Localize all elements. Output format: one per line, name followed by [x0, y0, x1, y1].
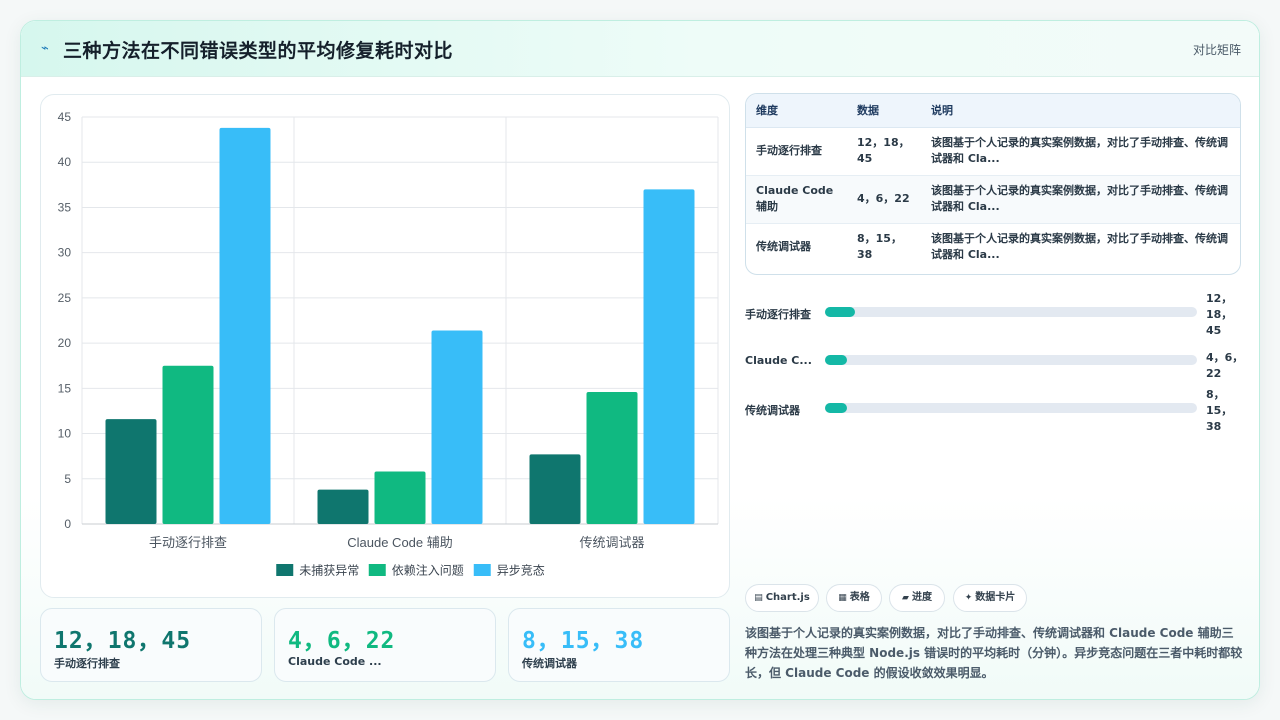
bar	[529, 454, 581, 524]
progress-row-manual: 手动逐行排查 12，18，45	[745, 292, 1245, 344]
table-row: 传统调试器 8，15，38 该图基于个人记录的真实案例数据，对比了手动排查、传统…	[746, 223, 1240, 271]
progress-icon: ▰	[902, 593, 909, 603]
sparkle-icon: ✦	[964, 593, 973, 603]
y-tick-label: 30	[58, 246, 72, 260]
legend-label: 异步竞态	[497, 564, 545, 578]
legend-label: 未捕获异常	[299, 563, 359, 578]
bar	[586, 391, 638, 524]
data-table: 维度 数据 说明 手动逐行排查 12，18，45 该图基于个人记录的真实案例数据…	[745, 93, 1241, 275]
bar-chart: 0 5 10 15 20 25 30 35 40 45 手动逐行排查 Claude Code 辅助 传统…	[58, 110, 719, 578]
stat-card-label: 手动逐行排查	[54, 657, 120, 670]
chip-table[interactable]: ▦ 表格	[826, 584, 882, 612]
chip-data-card[interactable]: ✦ 数据卡片	[953, 584, 1027, 612]
table-cell-dimension: 传统调试器	[756, 240, 811, 254]
legend-swatch	[473, 564, 491, 576]
stat-card-label: 传统调试器	[522, 657, 577, 670]
y-tick-label: 35	[58, 200, 72, 214]
stat-card-debugger: 8，15，38 传统调试器	[508, 608, 730, 682]
table-header-note: 说明	[921, 94, 1240, 128]
y-tick-label: 5	[64, 472, 71, 486]
y-tick-label: 20	[58, 336, 72, 350]
table-cell-note: 该图基于个人记录的真实案例数据，对比了手动排查、传统调试器和 Cla...	[931, 232, 1228, 262]
y-tick-label: 40	[58, 155, 72, 169]
bar	[643, 189, 695, 524]
table-header-row: 维度 数据 说明	[746, 94, 1240, 128]
progress-value: 4，6，22	[1206, 351, 1244, 380]
stat-card-manual: 12，18，45 手动逐行排查	[40, 608, 262, 682]
x-tick-label: Claude Code 辅助	[347, 535, 453, 550]
table-cell-note: 该图基于个人记录的真实案例数据，对比了手动排查、传统调试器和 Cla...	[921, 127, 1240, 176]
y-tick-label: 15	[58, 381, 72, 395]
stat-card-value: 8，15，38	[522, 628, 645, 654]
table-cell-dimension: Claude Code 辅助	[746, 175, 847, 224]
y-tick-label: 25	[58, 291, 72, 305]
table-row: Claude Code 辅助 4，6，22 该图基于个人记录的真实案例数据，对比…	[746, 175, 1240, 224]
table-header-data: 数据	[847, 94, 921, 128]
table-cell-note: 该图基于个人记录的真实案例数据，对比了手动排查、传统调试器和 Cla...	[921, 175, 1240, 224]
progress-fill	[825, 307, 855, 317]
chip-label: 数据卡片	[975, 592, 1016, 603]
progress-label: 传统调试器	[745, 404, 800, 417]
y-tick-label: 0	[64, 517, 71, 531]
bar	[317, 489, 369, 524]
table-header-dimension: 维度	[746, 94, 847, 128]
chip-label: 表格	[849, 592, 870, 603]
bar	[105, 419, 157, 524]
chip-chartjs[interactable]: ▤ Chart.js	[745, 584, 819, 612]
bar	[374, 471, 426, 524]
table-cell-data: 12，18，45	[847, 127, 921, 176]
chart-icon: ▤	[754, 593, 763, 603]
comparison-matrix-label: 对比矩阵	[1192, 43, 1241, 57]
table-cell-data: 8，15，38	[857, 232, 902, 262]
chart-description: 该图基于个人记录的真实案例数据，对比了手动排查、传统调试器和 Claude Co…	[745, 626, 1243, 680]
table-cell-data: 4，6，22	[847, 175, 921, 224]
bar	[431, 330, 483, 524]
progress-value: 8，15，38	[1206, 388, 1233, 433]
progress-track	[825, 355, 1197, 365]
chip-label: Chart.js	[765, 592, 810, 603]
progress-track	[825, 403, 1197, 413]
stat-card-claude: 4，6，22 Claude Code ...	[274, 608, 496, 682]
y-tick-label: 45	[58, 110, 72, 124]
bar	[162, 365, 214, 524]
x-tick-label: 手动逐行排查	[149, 535, 227, 550]
legend-label: 依赖注入问题	[392, 563, 464, 578]
progress-row-debugger: 传统调试器 8，15，38	[745, 388, 1245, 440]
bar-chart-panel: 0 5 10 15 20 25 30 35 40 45 手动逐行排查 Claude Code 辅助 传统…	[40, 94, 730, 598]
progress-value: 12，18，45	[1206, 292, 1233, 337]
stat-card-value: 12，18，45	[54, 628, 192, 654]
table-cell-dimension: 手动逐行排查	[746, 127, 847, 176]
legend-swatch	[368, 564, 386, 576]
progress-fill	[825, 355, 848, 365]
bar	[219, 127, 271, 524]
stat-card-value: 4，6，22	[288, 628, 396, 654]
progress-label: 手动逐行排查	[745, 308, 811, 321]
legend-swatch	[276, 564, 294, 576]
progress-row-claude: Claude C... 4，6，22	[745, 351, 1245, 392]
progress-fill	[825, 403, 848, 413]
table-icon: ▦	[838, 593, 847, 603]
stat-card-label: Claude Code ...	[288, 655, 382, 668]
y-tick-label: 10	[58, 427, 72, 441]
chip-progress[interactable]: ▰ 进度	[889, 584, 945, 612]
progress-track	[825, 307, 1197, 317]
dashboard-card: ⌁ 三种方法在不同错误类型的平均修复耗时对比 对比矩阵 0 5 10 15 20 25 30…	[20, 20, 1260, 700]
bolt-icon: ⌁	[41, 41, 49, 56]
chip-label: 进度	[911, 592, 932, 603]
table-row: 手动逐行排查 12，18，45 该图基于个人记录的真实案例数据，对比了手动排查、…	[746, 127, 1240, 176]
progress-label: Claude C...	[745, 354, 812, 367]
x-tick-label: 传统调试器	[579, 535, 644, 550]
header-bar: ⌁ 三种方法在不同错误类型的平均修复耗时对比 对比矩阵	[21, 21, 1259, 77]
page-title: 三种方法在不同错误类型的平均修复耗时对比	[63, 40, 454, 62]
